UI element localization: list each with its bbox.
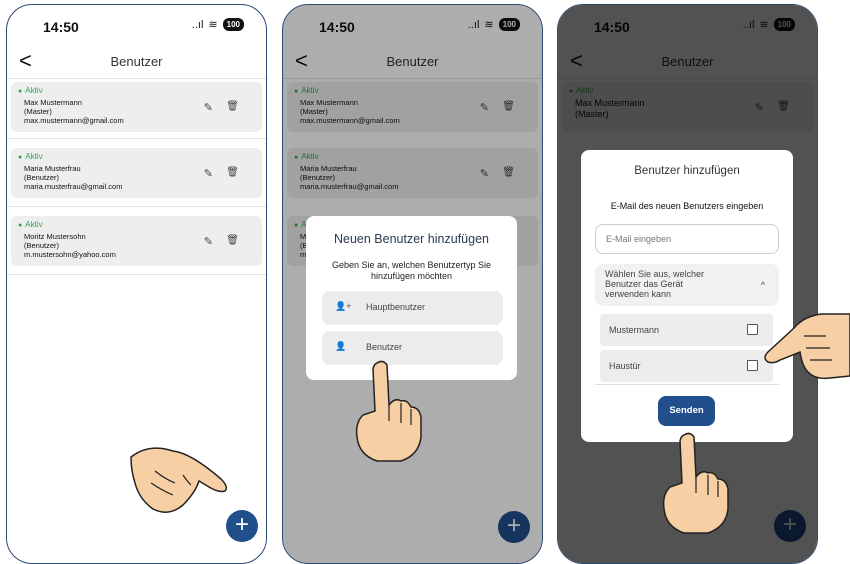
dialog-subtitle: E-Mail des neuen Benutzers eingeben: [610, 201, 764, 211]
pointing-hand-icon: [764, 313, 850, 380]
send-button[interactable]: Senden: [658, 396, 715, 426]
device-option[interactable]: Mustermann: [600, 314, 773, 346]
user-card[interactable]: Aktiv Max Mustermann (Master) max.muster…: [11, 82, 262, 132]
delete-icon[interactable]: 🗑: [226, 235, 239, 246]
dialog-title: Neuen Benutzer hinzufügen: [334, 232, 489, 246]
dropdown-label: Wählen Sie aus, welcher Benutzer das Ger…: [605, 269, 705, 299]
delete-icon[interactable]: 🗑: [226, 101, 239, 112]
user-role: (Master): [24, 107, 52, 116]
device-checkbox[interactable]: [747, 324, 758, 335]
user-email: m.mustersohn@yahoo.com: [24, 250, 116, 259]
status-badge: Aktiv: [18, 220, 42, 229]
edit-icon[interactable]: ✎: [204, 235, 213, 248]
user-name: Moritz Mustersohn: [24, 232, 86, 241]
pointing-hand-icon: [662, 432, 729, 534]
page-title: Benutzer: [110, 54, 163, 69]
status-icons: ..ıl ≋ 100: [192, 18, 244, 31]
option-label: Benutzer: [366, 342, 403, 352]
dialog-subtitle: Geben Sie an, welchen Benutzertyp Sie hi…: [331, 260, 492, 281]
user-email: maria.musterfrau@gmail.com: [24, 182, 123, 191]
divider: [595, 384, 779, 385]
status-badge: Aktiv: [18, 152, 42, 161]
person-icon: 👤: [335, 341, 347, 351]
app-header: < Benutzer: [7, 45, 266, 79]
add-user-dialog: Benutzer hinzufügen E-Mail des neuen Ben…: [581, 150, 793, 442]
user-name: Maria Musterfrau: [24, 164, 81, 173]
status-badge: Aktiv: [18, 86, 42, 95]
device-option[interactable]: Haustür: [600, 350, 773, 382]
battery-icon: 100: [222, 18, 244, 31]
phone-screen-add-user: 14:50 ..ıl ≋ 100 < Benutzer Aktiv Max Mu…: [557, 4, 818, 564]
email-input[interactable]: [596, 225, 778, 253]
user-card[interactable]: Aktiv Maria Musterfrau (Benutzer) maria.…: [11, 148, 262, 198]
option-label: Hauptbenutzer: [366, 302, 426, 312]
dialog-title: Benutzer hinzufügen: [634, 165, 740, 177]
pointing-hand-icon: [355, 360, 422, 462]
user-name: Max Mustermann: [24, 98, 82, 107]
user-role: (Benutzer): [24, 173, 60, 182]
chevron-up-icon: ^: [760, 280, 765, 290]
delete-icon[interactable]: 🗑: [226, 167, 239, 178]
user-card[interactable]: Aktiv Moritz Mustersohn (Benutzer) m.mus…: [11, 216, 262, 266]
signal-icon: ..ıl: [191, 18, 204, 31]
status-time: 14:50: [43, 19, 79, 35]
option-main-user[interactable]: 👤+ Hauptbenutzer: [322, 291, 503, 325]
edit-icon[interactable]: ✎: [204, 167, 213, 180]
pointing-hand-icon: [130, 447, 228, 513]
phone-screen-user-list: 14:50 ..ıl ≋ 100 < Benutzer Aktiv Max Mu…: [6, 4, 267, 564]
email-field[interactable]: [595, 224, 779, 254]
divider: [7, 138, 266, 139]
phone-screen-user-type: 14:50 ..ıl ≋ 100 < Benutzer Aktiv Max Mu…: [282, 4, 543, 564]
device-label: Mustermann: [609, 325, 660, 335]
device-label: Haustür: [609, 361, 641, 371]
user-role: (Benutzer): [24, 241, 60, 250]
user-email: max.mustermann@gmail.com: [24, 116, 124, 125]
wifi-icon: ≋: [208, 19, 218, 31]
device-select-dropdown[interactable]: Wählen Sie aus, welcher Benutzer das Ger…: [595, 264, 779, 306]
divider: [7, 206, 266, 207]
person-add-icon: 👤+: [335, 301, 352, 311]
divider: [7, 274, 266, 275]
status-bar: 14:50 ..ıl ≋ 100: [7, 5, 266, 45]
user-type-dialog: Neuen Benutzer hinzufügen Geben Sie an, …: [306, 216, 517, 380]
edit-icon[interactable]: ✎: [204, 101, 213, 114]
device-checkbox[interactable]: [747, 360, 758, 371]
